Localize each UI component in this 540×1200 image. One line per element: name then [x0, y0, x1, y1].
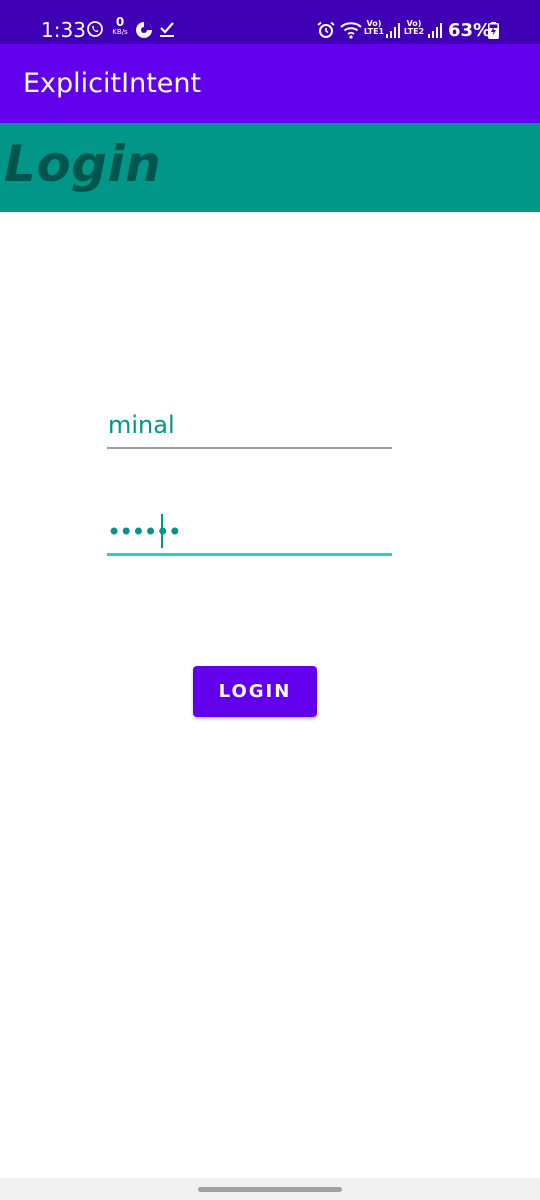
login-header: Login: [0, 123, 540, 212]
username-field[interactable]: minal: [107, 402, 392, 449]
status-bar: 1:33 0 KB/s Vo) LTE1 Vo) LTE2 63%: [0, 0, 540, 44]
app-title: ExplicitIntent: [23, 68, 202, 99]
app-bar: ExplicitIntent: [0, 44, 540, 123]
text-cursor: [161, 514, 163, 548]
whatsapp-icon: [86, 20, 104, 43]
vpn-icon: [135, 21, 153, 44]
network-speed-unit: KB/s: [112, 28, 128, 36]
battery-charging-icon: [488, 22, 499, 44]
signal-icon: [386, 23, 400, 43]
sim1-label: Vo) LTE1: [363, 20, 385, 36]
sim2-label: Vo) LTE2: [403, 20, 425, 36]
signal-icon: [428, 23, 442, 43]
app-screen: 1:33 0 KB/s Vo) LTE1 Vo) LTE2 63% Explic…: [0, 0, 540, 1200]
login-button[interactable]: LOGIN: [193, 666, 317, 717]
status-time: 1:33: [41, 18, 86, 42]
sim2-label-bottom: LTE2: [403, 27, 425, 36]
network-speed: 0 KB/s: [111, 15, 129, 36]
username-value: minal: [108, 411, 175, 439]
login-heading: Login: [4, 135, 162, 193]
navigation-bar: [0, 1178, 540, 1200]
battery-percent: 63%: [448, 20, 492, 41]
alarm-icon: [317, 21, 335, 44]
network-speed-value: 0: [115, 15, 125, 29]
download-done-icon: [159, 21, 175, 43]
wifi-icon: [340, 21, 362, 44]
password-field[interactable]: ••••••: [107, 508, 392, 556]
sim1-label-bottom: LTE1: [363, 27, 385, 36]
password-value: ••••••: [107, 518, 182, 546]
home-gesture-handle[interactable]: [198, 1187, 342, 1192]
